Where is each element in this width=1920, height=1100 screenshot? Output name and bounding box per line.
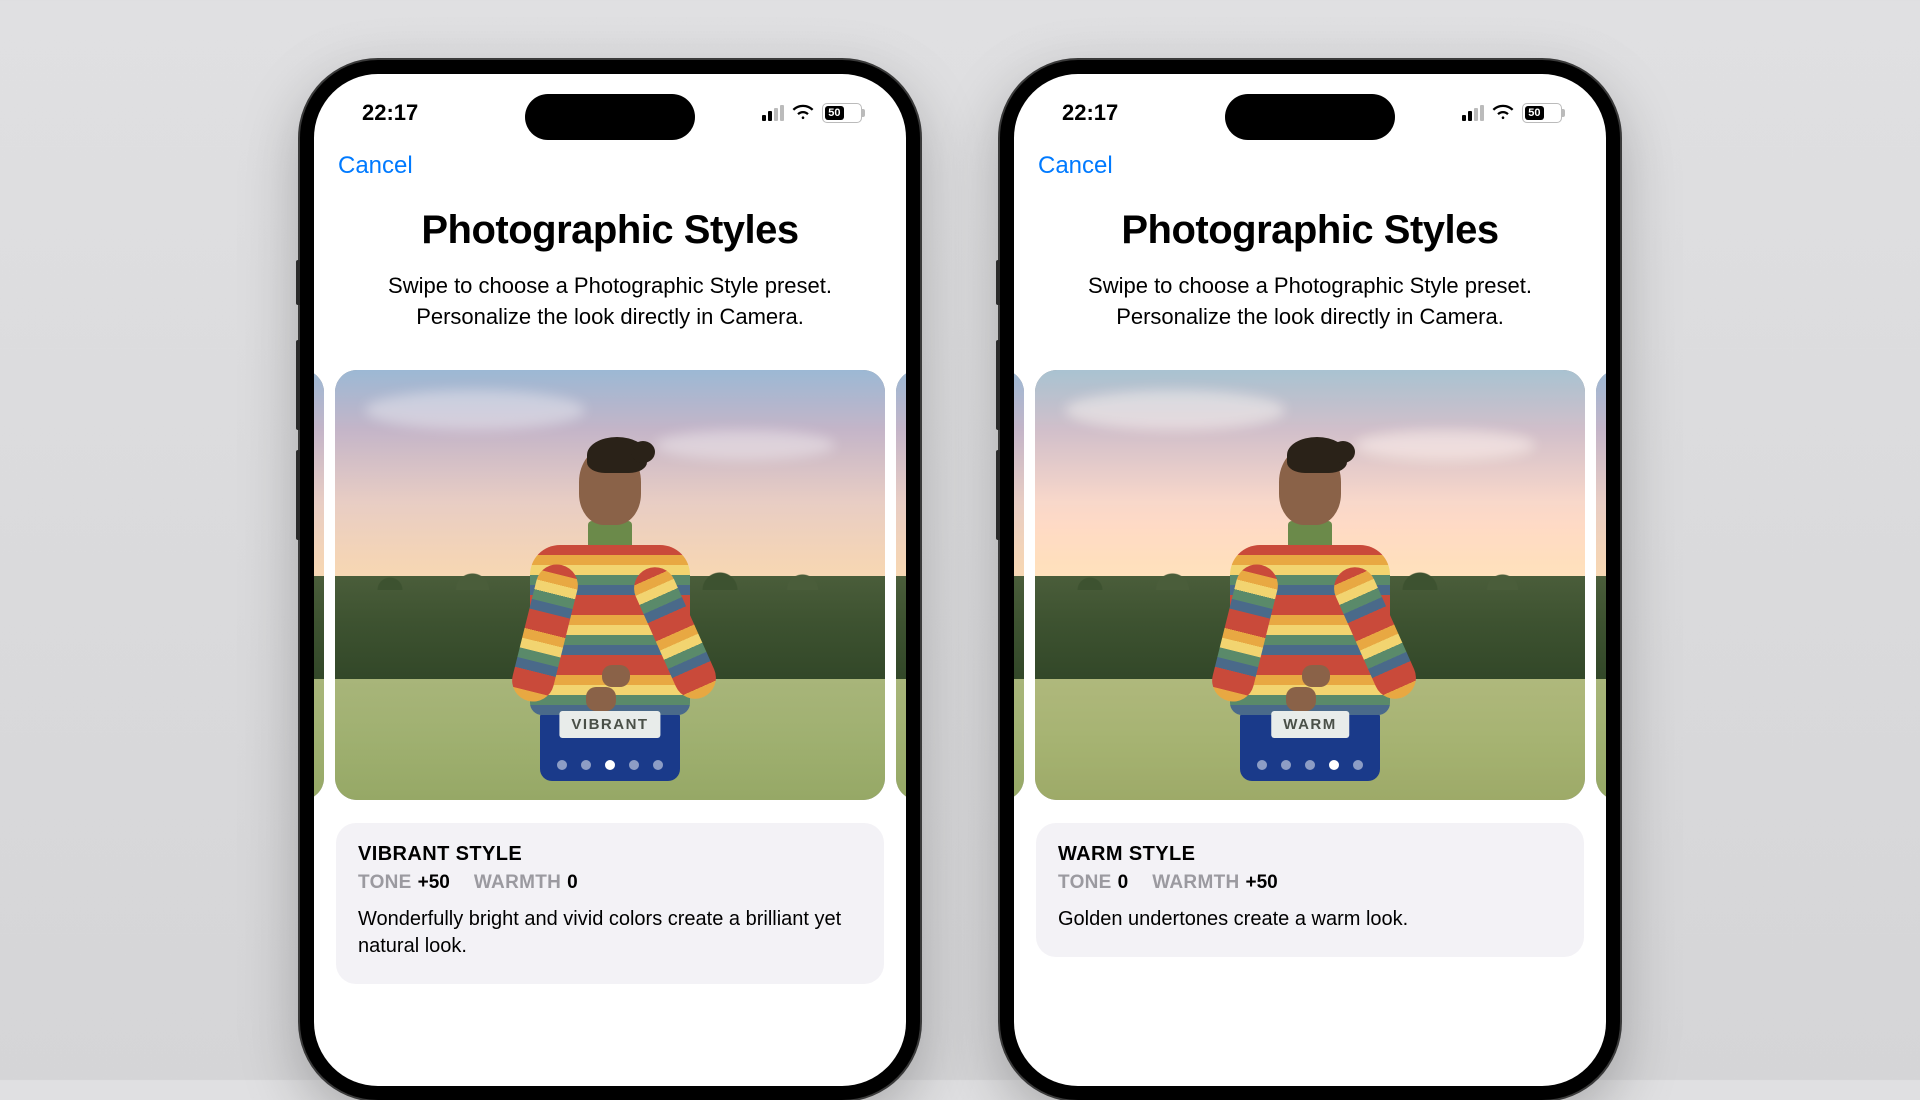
warmth-label: WARMTH xyxy=(1152,872,1239,893)
wifi-icon xyxy=(1492,100,1514,126)
page-dot[interactable] xyxy=(557,760,567,770)
style-description: Wonderfully bright and vivid colors crea… xyxy=(358,906,862,960)
carousel-card-next[interactable] xyxy=(896,370,906,800)
page-dot[interactable] xyxy=(629,760,639,770)
warmth-value: 0 xyxy=(567,872,578,893)
wifi-icon xyxy=(792,100,814,126)
nav-bar: Cancel xyxy=(314,144,906,196)
carousel-card-prev[interactable] xyxy=(1014,370,1024,800)
style-preview-photo: WARM xyxy=(1035,370,1585,800)
cancel-button[interactable]: Cancel xyxy=(338,152,413,179)
style-params: TONE +50 WARMTH 0 xyxy=(358,872,862,894)
tone-value: +50 xyxy=(418,872,450,893)
battery-icon: 50 xyxy=(1522,103,1562,123)
carousel-card-current[interactable]: VIBRANT xyxy=(335,370,885,800)
phone-frame: 22:17 50 Cancel Photographic Styles Swip… xyxy=(1000,60,1620,1100)
page-indicator[interactable] xyxy=(1257,760,1363,770)
style-name: VIBRANT STYLE xyxy=(358,843,862,866)
page-dot[interactable] xyxy=(1353,760,1363,770)
carousel-card-prev[interactable] xyxy=(314,370,324,800)
page-subtitle: Swipe to choose a Photographic Style pre… xyxy=(1054,271,1566,333)
tone-label: TONE xyxy=(1058,872,1112,893)
nav-bar: Cancel xyxy=(1014,144,1606,196)
style-name: WARM STYLE xyxy=(1058,843,1562,866)
warmth-value: +50 xyxy=(1246,872,1278,893)
style-params: TONE 0 WARMTH +50 xyxy=(1058,872,1562,894)
battery-icon: 50 xyxy=(822,103,862,123)
style-chip: WARM xyxy=(1271,711,1349,738)
page-dot[interactable] xyxy=(653,760,663,770)
cellular-signal-icon xyxy=(762,105,784,121)
cellular-signal-icon xyxy=(1462,105,1484,121)
page-dot[interactable] xyxy=(605,760,615,770)
cancel-button[interactable]: Cancel xyxy=(1038,152,1113,179)
dynamic-island xyxy=(525,94,695,140)
style-info-card: WARM STYLE TONE 0 WARMTH +50 Golden undert… xyxy=(1036,823,1584,957)
page-indicator[interactable] xyxy=(557,760,663,770)
style-carousel[interactable]: WARM xyxy=(1014,365,1606,805)
style-carousel[interactable]: VIBRANT xyxy=(314,365,906,805)
page-dot[interactable] xyxy=(1329,760,1339,770)
warmth-label: WARMTH xyxy=(474,872,561,893)
style-preview-photo: VIBRANT xyxy=(335,370,885,800)
style-description: Golden undertones create a warm look. xyxy=(1058,906,1562,933)
tone-value: 0 xyxy=(1118,872,1129,893)
phone-frame: 22:17 50 Cancel Photographic Styles Swip… xyxy=(300,60,920,1100)
tone-label: TONE xyxy=(358,872,412,893)
phone-screen: 22:17 50 Cancel Photographic Styles Swip… xyxy=(314,74,906,1086)
page-dot[interactable] xyxy=(1257,760,1267,770)
page-title: Photographic Styles xyxy=(1014,208,1606,253)
carousel-card-current[interactable]: WARM xyxy=(1035,370,1585,800)
style-info-card: VIBRANT STYLE TONE +50 WARMTH 0 Wonderfull… xyxy=(336,823,884,984)
phone-screen: 22:17 50 Cancel Photographic Styles Swip… xyxy=(1014,74,1606,1086)
page-title: Photographic Styles xyxy=(314,208,906,253)
page-dot[interactable] xyxy=(1305,760,1315,770)
carousel-card-next[interactable] xyxy=(1596,370,1606,800)
page-dot[interactable] xyxy=(581,760,591,770)
page-dot[interactable] xyxy=(1281,760,1291,770)
style-chip: VIBRANT xyxy=(559,711,660,738)
dynamic-island xyxy=(1225,94,1395,140)
page-subtitle: Swipe to choose a Photographic Style pre… xyxy=(354,271,866,333)
